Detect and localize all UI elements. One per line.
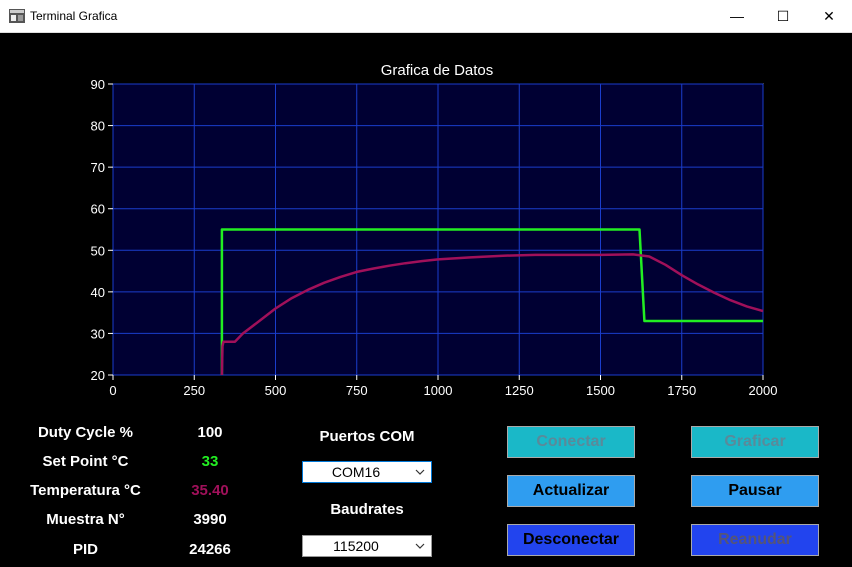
com-port-select[interactable]: COM16 bbox=[302, 461, 432, 483]
x-tick-label: 1500 bbox=[586, 383, 615, 398]
close-icon: ✕ bbox=[823, 7, 835, 24]
muestra-value: 3990 bbox=[193, 511, 227, 528]
pid-value: 24266 bbox=[189, 541, 231, 558]
y-tick-label: 70 bbox=[91, 160, 105, 175]
temperatura-value: 35.40 bbox=[191, 482, 229, 499]
x-tick-label: 1250 bbox=[505, 383, 534, 398]
x-tick-label: 1000 bbox=[424, 383, 453, 398]
x-tick-label: 1750 bbox=[667, 383, 696, 398]
baudrate-select[interactable]: 115200 bbox=[302, 535, 432, 557]
data-chart: Grafica de Datos 0 250 500 750 1000 1250 1500 1… bbox=[91, 62, 778, 398]
graficar-button[interactable]: Graficar bbox=[691, 426, 819, 458]
maximize-icon: ☐ bbox=[776, 7, 790, 24]
close-button[interactable]: ✕ bbox=[806, 0, 852, 32]
y-tick-label: 30 bbox=[91, 326, 105, 341]
actualizar-button[interactable]: Actualizar bbox=[507, 475, 635, 507]
x-tick-label: 750 bbox=[346, 383, 368, 398]
set-point-label: Set Point °C bbox=[42, 453, 129, 470]
set-point-value: 33 bbox=[201, 453, 219, 470]
duty-cycle-value: 100 bbox=[197, 424, 223, 441]
puertos-com-label: Puertos COM bbox=[319, 428, 415, 445]
minimize-button[interactable]: — bbox=[714, 0, 760, 32]
window-title: Terminal Grafica bbox=[30, 9, 118, 23]
com-port-value: COM16 bbox=[331, 464, 381, 480]
chart-area: Grafica de Datos 0 250 500 750 1000 1250 1500 1… bbox=[0, 33, 852, 413]
muestra-label: Muestra N° bbox=[46, 511, 125, 528]
temperatura-label: Temperatura °C bbox=[30, 482, 141, 499]
x-tick-label: 250 bbox=[183, 383, 205, 398]
maximize-button[interactable]: ☐ bbox=[760, 0, 806, 32]
y-tick-label: 20 bbox=[91, 368, 105, 383]
app-icon bbox=[9, 9, 25, 23]
x-tick-label: 500 bbox=[265, 383, 287, 398]
y-tick-label: 40 bbox=[91, 285, 105, 300]
chevron-down-icon bbox=[415, 543, 425, 549]
y-tick-label: 80 bbox=[91, 119, 105, 134]
y-tick-label: 60 bbox=[91, 202, 105, 217]
y-tick-label: 50 bbox=[91, 243, 105, 258]
chart-title: Grafica de Datos bbox=[381, 62, 494, 79]
y-tick-label: 90 bbox=[91, 77, 105, 92]
title-bar: Terminal Grafica — ☐ ✕ bbox=[0, 0, 852, 33]
pausar-button[interactable]: Pausar bbox=[691, 475, 819, 507]
chevron-down-icon bbox=[415, 469, 425, 475]
minimize-icon: — bbox=[730, 8, 744, 24]
conectar-button[interactable]: Conectar bbox=[507, 426, 635, 458]
desconectar-button[interactable]: Desconectar bbox=[507, 524, 635, 556]
baudrate-value: 115200 bbox=[333, 538, 379, 554]
x-tick-label: 2000 bbox=[749, 383, 778, 398]
reanudar-button[interactable]: Reanudar bbox=[691, 524, 819, 556]
duty-cycle-label: Duty Cycle % bbox=[37, 424, 134, 441]
x-tick-label: 0 bbox=[109, 383, 116, 398]
pid-label: PID bbox=[72, 541, 98, 558]
baudrates-label: Baudrates bbox=[330, 501, 404, 518]
